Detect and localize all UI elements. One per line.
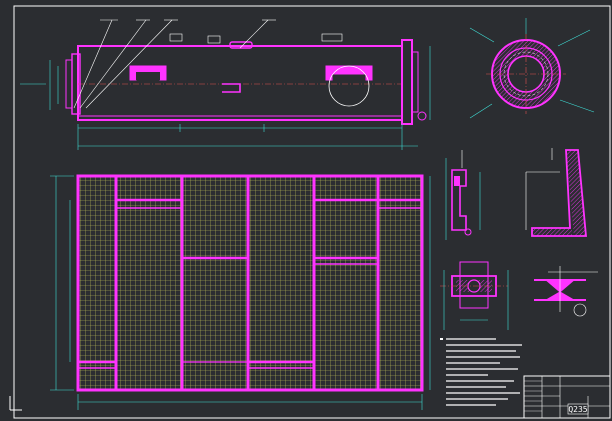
drawing-code-label: Q235 — [568, 405, 587, 414]
plan-view-screen-panel — [50, 174, 431, 410]
cad-drawing-canvas[interactable]: Q235 — [0, 0, 612, 421]
